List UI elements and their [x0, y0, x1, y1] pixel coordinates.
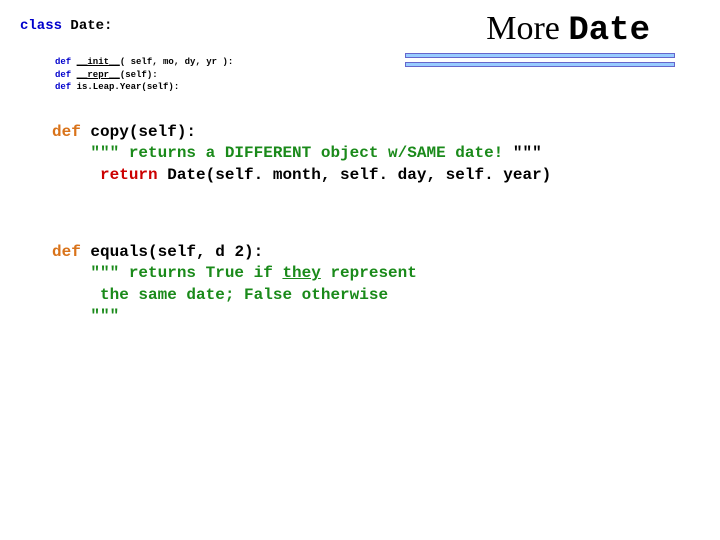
small-def-leapyear: def is.Leap.Year(self): — [55, 81, 700, 94]
kw-def: def — [55, 70, 77, 80]
return-expr: Date(self. month, self. day, self. year) — [167, 166, 551, 184]
equals-doc-line3: """ — [52, 306, 720, 328]
equals-method: def equals(self, d 2): """ returns True … — [52, 242, 720, 328]
kw-def: def — [52, 243, 81, 261]
equals-doc1b: represent — [321, 264, 417, 282]
equals-doc2: the same date; False otherwise — [90, 286, 388, 304]
copy-method: def copy(self): """ returns a DIFFERENT … — [52, 122, 720, 187]
copy-return: return Date(self. month, self. day, self… — [52, 165, 720, 187]
repr-args: (self): — [120, 70, 158, 80]
init-name: __init__ — [77, 57, 120, 67]
copy-signature: def copy(self): — [52, 122, 720, 144]
kw-def: def — [55, 82, 77, 92]
equals-doc1a: """ returns True if — [90, 264, 282, 282]
underline-bar-1 — [405, 53, 675, 58]
leapyear-rest: is.Leap.Year(self): — [77, 82, 180, 92]
slide-title: More Date — [486, 10, 650, 50]
main-code-block: def copy(self): """ returns a DIFFERENT … — [52, 122, 720, 328]
equals-doc3: """ — [90, 307, 119, 325]
equals-sig: equals(self, d 2): — [81, 243, 263, 261]
equals-doc-they: they — [282, 264, 320, 282]
class-name: Date: — [62, 18, 112, 34]
title-prefix: More — [486, 10, 568, 47]
small-def-repr: def __repr__(self): — [55, 69, 700, 82]
header-area: class Date: More Date def __init__( self… — [0, 0, 720, 94]
copy-doc-text: """ returns a DIFFERENT object w/SAME da… — [90, 144, 512, 162]
title-underline — [405, 53, 675, 58]
equals-doc-line2: the same date; False otherwise — [52, 285, 720, 307]
copy-sig: copy(self): — [81, 123, 196, 141]
kw-def: def — [55, 57, 77, 67]
equals-signature: def equals(self, d 2): — [52, 242, 720, 264]
kw-return: return — [90, 166, 167, 184]
init-args: ( self, mo, dy, yr ): — [120, 57, 233, 67]
equals-doc-line1: """ returns True if they represent — [52, 263, 720, 285]
underline-bar-2 — [405, 62, 675, 67]
kw-def: def — [52, 123, 81, 141]
copy-doc-close: """ — [513, 144, 542, 162]
copy-docstring: """ returns a DIFFERENT object w/SAME da… — [52, 143, 720, 165]
title-mono: Date — [568, 12, 650, 50]
keyword-class: class — [20, 18, 62, 34]
repr-name: __repr__ — [77, 70, 120, 80]
